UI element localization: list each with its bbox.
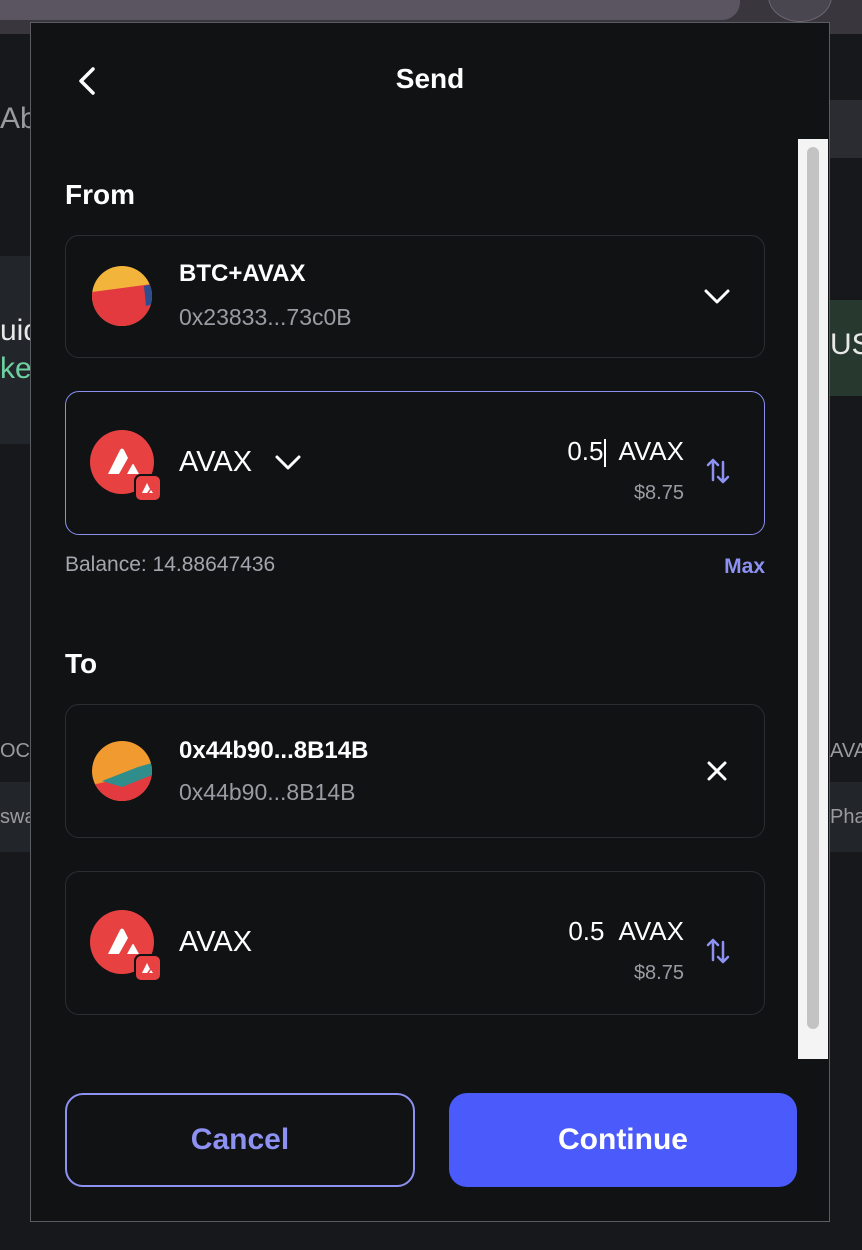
- to-recipient-card[interactable]: 0x44b90...8B14B 0x44b90...8B14B: [65, 704, 765, 838]
- bg-text: uid: [0, 314, 30, 347]
- bg-dropdown: [830, 100, 862, 158]
- profile-button: [768, 0, 832, 22]
- text-caret: [604, 439, 607, 468]
- token-symbol: AVAX: [179, 926, 253, 958]
- recipient-name: 0x44b90...8B14B: [179, 737, 369, 764]
- page-title: Send: [395, 63, 465, 94]
- bg-text: AVA: [830, 740, 862, 762]
- token-dropdown-toggle[interactable]: [273, 447, 303, 477]
- network-badge-icon: [134, 474, 162, 502]
- close-icon: [707, 761, 727, 781]
- continue-button[interactable]: Continue: [449, 1093, 797, 1187]
- amount-usd-value: $8.75: [633, 962, 684, 984]
- swap-arrows-icon: [706, 458, 730, 484]
- chevron-down-icon: [275, 455, 301, 470]
- from-token-amount-card[interactable]: AVAX 0.5 AVAX $8.75: [65, 391, 765, 535]
- account-dropdown-toggle[interactable]: [702, 281, 732, 311]
- swap-arrows-icon: [706, 938, 730, 964]
- from-account-name: BTC+AVAX: [179, 260, 306, 287]
- bg-text: US: [830, 328, 862, 361]
- from-account-address: 0x23833...73c0B: [179, 304, 352, 330]
- modal-header: Send: [31, 23, 829, 141]
- bg-text: Abc: [0, 102, 30, 135]
- scrollbar[interactable]: [798, 139, 828, 1059]
- from-account-selector[interactable]: BTC+AVAX 0x23833...73c0B: [65, 235, 765, 358]
- received-amount: 0.5 AVAX: [568, 916, 684, 947]
- send-modal: Send From BTC+AVAX 0x23833...73c0B AVAX …: [30, 22, 830, 1222]
- amount-unit: AVAX: [618, 436, 684, 466]
- bg-text: OC: [0, 740, 30, 762]
- balance-text: Balance: 14.88647436: [65, 553, 276, 576]
- chevron-down-icon: [704, 289, 730, 304]
- amount-value[interactable]: 0.5: [567, 436, 603, 466]
- to-token-amount-card: AVAX 0.5 AVAX $8.75: [65, 871, 765, 1015]
- amount-value: 0.5: [568, 916, 605, 946]
- recipient-avatar: [92, 741, 152, 801]
- from-label: From: [65, 179, 135, 210]
- network-badge-icon: [134, 954, 162, 982]
- token-symbol: AVAX: [179, 446, 253, 478]
- to-label: To: [65, 648, 98, 679]
- amount-input[interactable]: 0.5 AVAX: [567, 436, 684, 468]
- swap-currency-button[interactable]: [704, 454, 732, 488]
- account-avatar: [92, 266, 152, 326]
- address-bar: [0, 0, 740, 20]
- swap-currency-button[interactable]: [704, 934, 732, 968]
- scrollbar-thumb[interactable]: [807, 147, 819, 1029]
- recipient-address: 0x44b90...8B14B: [179, 779, 356, 805]
- clear-recipient-button[interactable]: [702, 756, 732, 786]
- bg-text: ke: [0, 352, 30, 385]
- amount-unit: AVAX: [618, 916, 684, 946]
- max-button[interactable]: Max: [724, 555, 765, 579]
- bg-text: swa: [0, 806, 30, 828]
- cancel-button[interactable]: Cancel: [65, 1093, 415, 1187]
- bg-panel-left: [0, 256, 30, 444]
- bg-text: Phar: [830, 806, 862, 828]
- amount-usd-value: $8.75: [633, 482, 684, 504]
